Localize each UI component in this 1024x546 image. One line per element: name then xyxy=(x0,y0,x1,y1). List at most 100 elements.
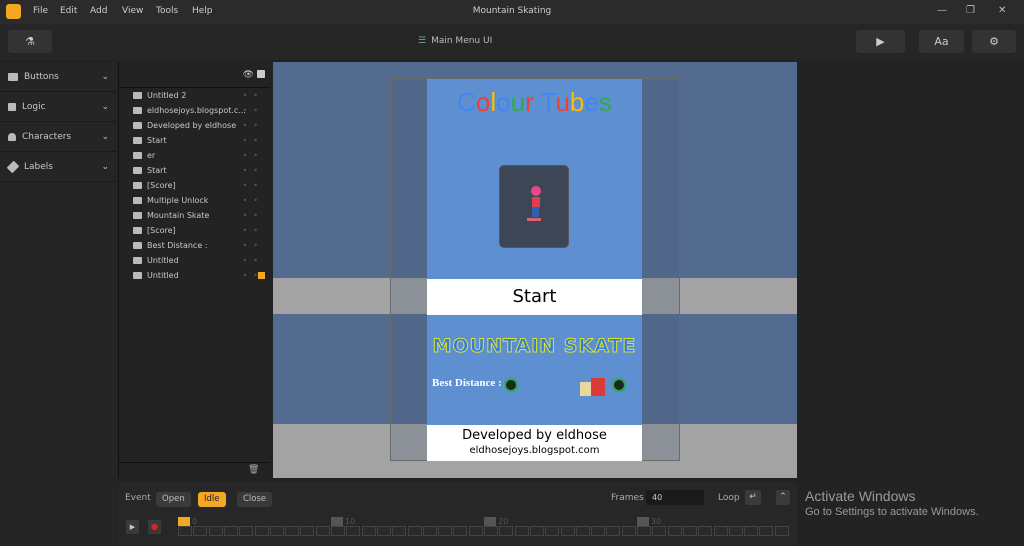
layer-item[interactable]: Mountain Skate •• xyxy=(119,208,270,223)
frame-cell[interactable] xyxy=(713,526,728,536)
frame-cell[interactable] xyxy=(637,526,651,536)
frame-cell[interactable] xyxy=(269,526,284,536)
frame-cell[interactable] xyxy=(407,526,422,536)
layer-item[interactable]: [Score] •• xyxy=(119,178,270,193)
layer-toggles[interactable]: •• xyxy=(243,106,264,115)
frame-cell[interactable] xyxy=(300,526,315,536)
layer-item[interactable]: Untitled •• xyxy=(119,268,270,283)
developed-by-label[interactable]: Developed by eldhose xyxy=(427,428,642,443)
layer-item[interactable]: Untitled 2 •• xyxy=(119,88,270,103)
frame-cell[interactable] xyxy=(254,526,269,536)
play-button[interactable]: ▶ xyxy=(856,30,905,53)
collapse-chevron-up-icon[interactable]: ⌃ xyxy=(776,490,790,505)
frame-cell[interactable] xyxy=(514,526,529,536)
score-target-icon[interactable] xyxy=(612,378,626,392)
character-preview[interactable] xyxy=(499,165,569,248)
frame-cell[interactable] xyxy=(774,526,789,536)
frame-cell[interactable] xyxy=(560,526,575,536)
layer-toggles[interactable]: •• xyxy=(243,151,264,160)
layer-item[interactable]: Start •• xyxy=(119,133,270,148)
frame-cell[interactable] xyxy=(438,526,453,536)
frame-cell[interactable] xyxy=(178,526,192,536)
category-labels[interactable]: Labels ⌄ xyxy=(0,152,117,182)
frame-cell[interactable] xyxy=(545,526,560,536)
layer-toggles[interactable]: •• xyxy=(243,196,264,205)
lock-icon[interactable] xyxy=(258,272,265,279)
loop-toggle-icon[interactable]: ↵ xyxy=(745,490,761,505)
layer-item[interactable]: Developed by eldhose •• xyxy=(119,118,270,133)
frame-cell[interactable] xyxy=(591,526,606,536)
score-target-icon[interactable] xyxy=(504,378,518,392)
layer-item[interactable]: er •• xyxy=(119,148,270,163)
lock-icon[interactable] xyxy=(257,70,265,78)
keyframe-marker[interactable] xyxy=(637,517,649,526)
event-close-button[interactable]: Close xyxy=(237,492,273,507)
category-characters[interactable]: Characters ⌄ xyxy=(0,122,117,152)
layer-toggles[interactable]: •• xyxy=(243,211,264,220)
layer-item[interactable]: Start •• xyxy=(119,163,270,178)
record-icon[interactable]: ● xyxy=(148,520,161,534)
settings-button[interactable]: ⚙ xyxy=(972,30,1016,53)
layer-toggles[interactable]: •• xyxy=(243,241,264,250)
frame-cell[interactable] xyxy=(223,526,238,536)
frame-cell[interactable] xyxy=(621,526,636,536)
restore-icon[interactable]: ❐ xyxy=(966,5,975,16)
colour-tubes-logo[interactable]: Colour Tubes xyxy=(427,87,642,118)
layer-toggles[interactable]: •• xyxy=(243,256,264,265)
frame-cell[interactable] xyxy=(667,526,682,536)
minimize-icon[interactable]: — xyxy=(937,5,947,16)
frame-cell[interactable] xyxy=(468,526,483,536)
frame-cell[interactable] xyxy=(315,526,330,536)
layer-item[interactable]: Multiple Unlock •• xyxy=(119,193,270,208)
event-idle-button[interactable]: Idle xyxy=(198,492,226,507)
layer-item[interactable]: Best Distance : •• xyxy=(119,238,270,253)
frame-cell[interactable] xyxy=(331,526,345,536)
layer-toggles[interactable]: •• xyxy=(243,91,264,100)
frame-cell[interactable] xyxy=(361,526,376,536)
font-button[interactable]: Aa xyxy=(919,30,964,53)
frame-cell[interactable] xyxy=(208,526,223,536)
frame-cell[interactable] xyxy=(193,526,208,536)
frame-cell[interactable] xyxy=(484,526,498,536)
best-distance-label[interactable]: Best Distance : xyxy=(432,377,502,389)
frame-cell[interactable] xyxy=(376,526,391,536)
layer-toggles[interactable]: •• xyxy=(243,121,264,130)
layer-toggles[interactable]: •• xyxy=(243,226,264,235)
frame-cell[interactable] xyxy=(744,526,759,536)
layer-item[interactable]: eldhosejoys.blogspot.c... •• xyxy=(119,103,270,118)
blog-label[interactable]: eldhosejoys.blogspot.com xyxy=(427,445,642,456)
frame-cell[interactable] xyxy=(392,526,407,536)
mountain-skate-title[interactable]: MOUNTAIN SKATE xyxy=(427,335,642,358)
frame-cell[interactable] xyxy=(728,526,743,536)
keyframe-marker[interactable] xyxy=(178,517,190,526)
category-logic[interactable]: Logic ⌄ xyxy=(0,92,117,122)
frame-cell[interactable] xyxy=(575,526,590,536)
event-open-button[interactable]: Open xyxy=(156,492,191,507)
hierarchy-button[interactable]: ⚗ xyxy=(8,30,52,53)
layer-item[interactable]: Untitled •• xyxy=(119,253,270,268)
frame-cell[interactable] xyxy=(239,526,254,536)
gift-icon[interactable] xyxy=(580,376,608,396)
start-button[interactable]: Start xyxy=(427,279,642,315)
visibility-eye-icon[interactable]: 👁 xyxy=(243,70,254,80)
layer-item[interactable]: [Score] •• xyxy=(119,223,270,238)
scene-canvas[interactable]: Colour Tubes Start MOUNTAIN SKATE Best D… xyxy=(273,62,797,478)
keyframe-marker[interactable] xyxy=(484,517,496,526)
scene-selector[interactable]: ☰ Main Menu UI xyxy=(418,36,492,46)
trash-icon[interactable]: 🗑 xyxy=(248,465,259,475)
frame-cell[interactable] xyxy=(606,526,621,536)
frame-cell[interactable] xyxy=(346,526,361,536)
category-buttons[interactable]: Buttons ⌄ xyxy=(0,62,117,92)
frame-cell[interactable] xyxy=(698,526,713,536)
frame-cell[interactable] xyxy=(682,526,697,536)
frame-cell[interactable] xyxy=(759,526,774,536)
layer-toggles[interactable]: •• xyxy=(243,166,264,175)
frame-cell[interactable] xyxy=(652,526,667,536)
frame-cell[interactable] xyxy=(529,526,544,536)
close-icon[interactable]: ✕ xyxy=(998,5,1006,16)
keyframe-marker[interactable] xyxy=(331,517,343,526)
frame-cell[interactable] xyxy=(453,526,468,536)
frame-cell[interactable] xyxy=(422,526,437,536)
layer-toggles[interactable]: •• xyxy=(243,136,264,145)
layer-toggles[interactable]: •• xyxy=(243,181,264,190)
